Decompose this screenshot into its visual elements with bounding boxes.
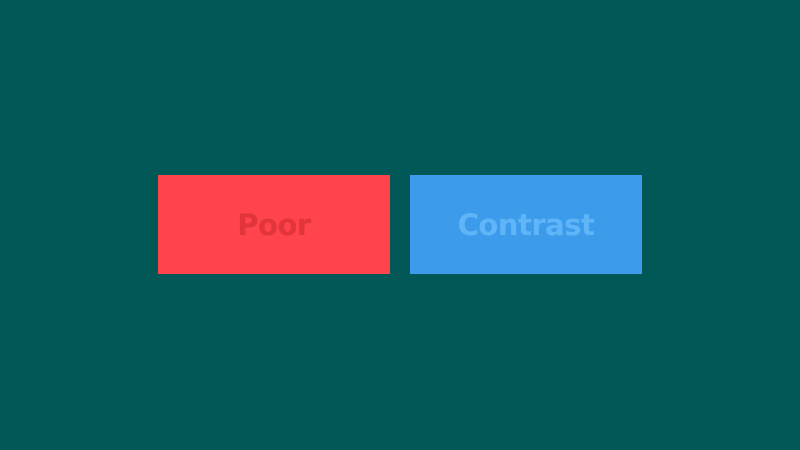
contrast-label: Contrast	[457, 208, 595, 242]
background-canvas: Poor Contrast	[0, 0, 800, 450]
poor-tile: Poor	[158, 175, 390, 274]
contrast-tile: Contrast	[410, 175, 642, 274]
poor-label: Poor	[237, 208, 311, 242]
